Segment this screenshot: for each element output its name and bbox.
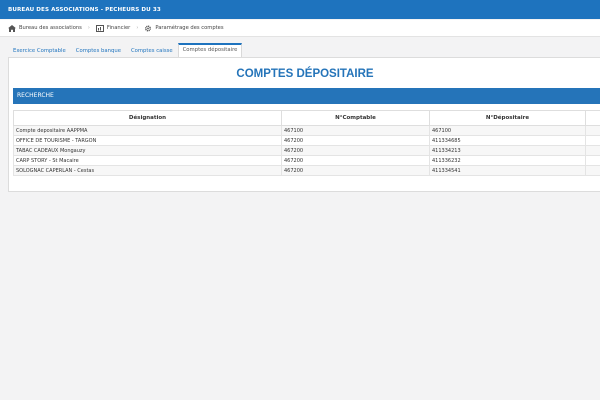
cell-numero-comptable: 467200 — [281, 165, 430, 176]
search-panel-header[interactable]: RECHERCHE — [13, 88, 600, 104]
tab-exercice-comptable[interactable]: Exercice Comptable — [8, 44, 71, 57]
tab-comptes-caisse[interactable]: Comptes caisse — [126, 44, 178, 57]
cell-actions — [585, 135, 600, 146]
table-row[interactable]: CARP STORY - St Macaire 467200 411336232 — [13, 155, 600, 166]
column-header-numero-comptable[interactable]: N°Comptable — [281, 110, 430, 126]
app-title: BUREAU DES ASSOCIATIONS - PECHEURS DU 33 — [8, 6, 161, 13]
table-row[interactable]: OFFICE DE TOURISME - TARGON 467200 41133… — [13, 135, 600, 146]
page-title: COMPTES DÉPOSITAIRE — [236, 68, 374, 80]
cell-numero-depositaire: 411334541 — [429, 165, 586, 176]
cell-numero-comptable: 467200 — [281, 145, 430, 156]
cell-designation: SOLOGNAC CAPERLAN - Cestas — [13, 165, 282, 176]
tab-comptes-depositaire[interactable]: Comptes dépositaire — [177, 43, 243, 57]
breadcrumb: Bureau des associations › Financier › Pa… — [0, 20, 600, 37]
breadcrumb-separator: › — [136, 25, 139, 31]
breadcrumb-label: Bureau des associations — [19, 25, 82, 31]
gear-icon — [144, 25, 152, 32]
cell-actions — [585, 125, 600, 136]
dashboard-icon — [95, 24, 104, 32]
cell-numero-depositaire: 411336232 — [429, 155, 586, 166]
cell-actions — [585, 165, 600, 176]
cell-numero-comptable: 467200 — [281, 155, 430, 166]
table-row[interactable]: Compte depositaire AAPPMA 467100 467100 — [13, 125, 600, 136]
cell-actions — [585, 145, 600, 156]
column-header-numero-depositaire[interactable]: N°Dépositaire — [429, 110, 586, 126]
cell-numero-comptable: 467100 — [281, 125, 430, 136]
breadcrumb-item-financier[interactable]: Financier — [95, 24, 131, 32]
home-icon — [8, 24, 16, 32]
accounts-table: Désignation N°Comptable N°Dépositaire Co… — [13, 110, 600, 176]
cell-numero-depositaire: 411334213 — [429, 145, 586, 156]
cell-designation: TABAC CADEAUX Mongauzy — [13, 145, 282, 156]
cell-actions — [585, 155, 600, 166]
top-header-bar: BUREAU DES ASSOCIATIONS - PECHEURS DU 33 — [0, 0, 600, 19]
cell-numero-depositaire: 411334685 — [429, 135, 586, 146]
table-row[interactable]: TABAC CADEAUX Mongauzy 467200 411334213 — [13, 145, 600, 156]
breadcrumb-label: Paramétrage des comptes — [155, 25, 224, 31]
breadcrumb-label: Financier — [106, 25, 131, 31]
cell-designation: CARP STORY - St Macaire — [13, 155, 282, 166]
cell-designation: Compte depositaire AAPPMA — [13, 125, 282, 136]
column-header-actions — [585, 110, 600, 126]
column-header-designation[interactable]: Désignation — [13, 110, 282, 126]
tab-bar: Exercice Comptable Comptes banque Compte… — [8, 43, 243, 57]
cell-designation: OFFICE DE TOURISME - TARGON — [13, 135, 282, 146]
table-header-row: Désignation N°Comptable N°Dépositaire — [13, 110, 600, 126]
content-panel: COMPTES DÉPOSITAIRE RECHERCHE Désignatio… — [8, 57, 600, 192]
tab-comptes-banque[interactable]: Comptes banque — [71, 44, 126, 57]
breadcrumb-separator: › — [87, 25, 90, 31]
breadcrumb-item-parametrage[interactable]: Paramétrage des comptes — [144, 25, 224, 32]
cell-numero-depositaire: 467100 — [429, 125, 586, 136]
breadcrumb-item-home[interactable]: Bureau des associations — [8, 24, 82, 32]
cell-numero-comptable: 467200 — [281, 135, 430, 146]
table-row[interactable]: SOLOGNAC CAPERLAN - Cestas 467200 411334… — [13, 165, 600, 176]
